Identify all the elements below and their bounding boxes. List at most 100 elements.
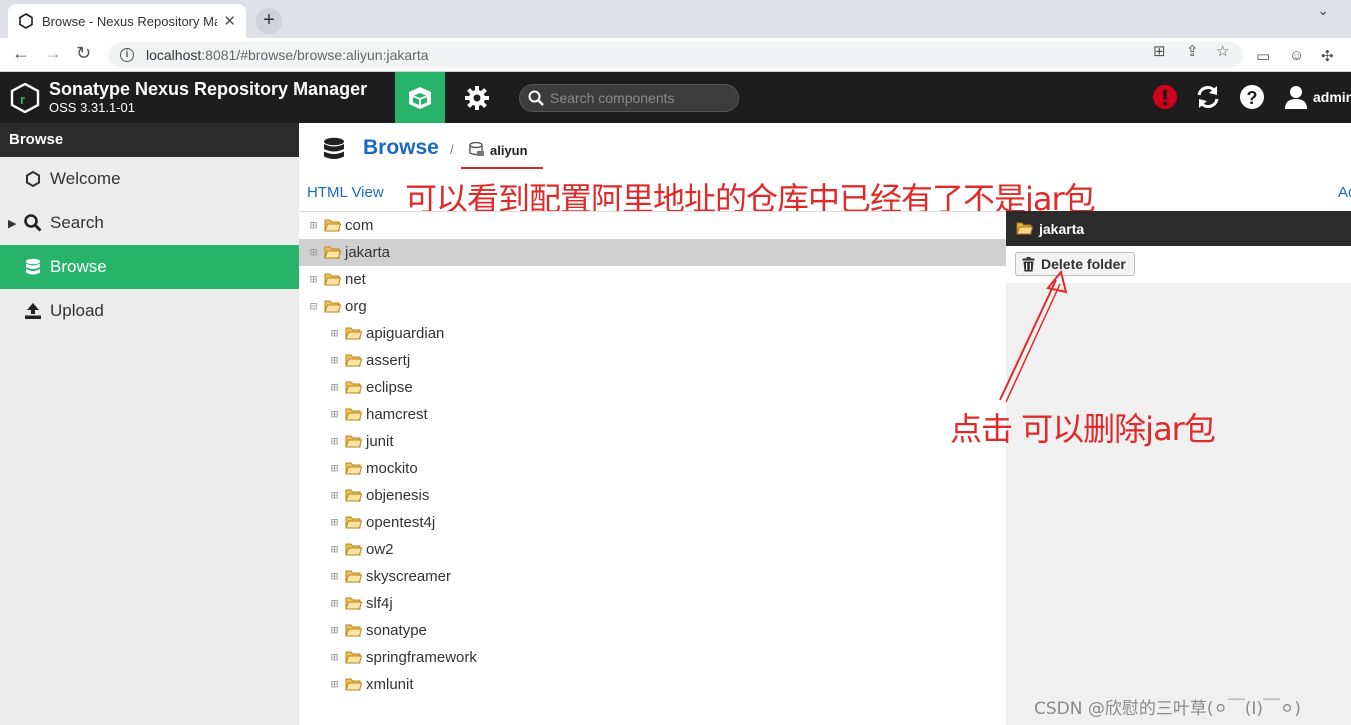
browser-toolbar: ← → ↻ i localhost:8081/#browse/browse:al… [0,38,1351,72]
help-icon[interactable]: ? [1239,84,1265,110]
site-info-icon[interactable]: i [120,48,134,62]
expand-icon[interactable]: ⊞ [329,408,340,420]
collapse-icon[interactable]: ⊟ [308,300,319,312]
html-view-link[interactable]: HTML View [307,184,384,201]
expand-icon[interactable]: ⊞ [329,516,340,528]
extension-screen-icon[interactable]: ▭ [1256,47,1270,65]
product-version: OSS 3.31.1-01 [49,100,135,115]
tree-node-junit[interactable]: ⊞ junit [299,428,1006,455]
breadcrumb: Browse / aliyun [299,123,1351,177]
search-components-input[interactable] [550,90,730,106]
expand-icon[interactable]: ⊞ [329,678,340,690]
folder-icon [345,462,363,475]
tree-node-mockito[interactable]: ⊞ mockito [299,455,1006,482]
tree-node-apiguardian[interactable]: ⊞ apiguardian [299,320,1006,347]
sidebar-item-upload[interactable]: Upload [0,289,299,333]
extensions-puzzle-icon[interactable]: ✣ [1321,47,1334,65]
search-icon [528,90,544,106]
bookmark-star-icon[interactable]: ☆ [1216,42,1229,60]
refresh-icon[interactable] [1195,84,1221,110]
tree-node-label: apiguardian [366,325,445,342]
browser-tabstrip: Browse - Nexus Repository Ma ✕ + ⌄ [0,0,1351,38]
tree-node-label: hamcrest [366,406,428,423]
folder-icon [345,570,363,583]
tree-node-com[interactable]: ⊞ com [299,212,1006,239]
translate-icon[interactable]: ⊞ [1153,42,1166,60]
tree-node-ow2[interactable]: ⊞ ow2 [299,536,1006,563]
folder-icon [345,381,363,394]
tab-title: Browse - Nexus Repository Ma [42,13,218,29]
expand-icon[interactable]: ⊞ [308,219,319,231]
expand-icon[interactable]: ⊞ [329,435,340,447]
tree-node-slf4j[interactable]: ⊞ slf4j [299,590,1006,617]
tree-node-hamcrest[interactable]: ⊞ hamcrest [299,401,1006,428]
folder-icon [345,408,363,421]
sidebar-item-search[interactable]: ▶ Search [0,201,299,245]
expand-icon[interactable]: ⊞ [329,462,340,474]
expand-icon[interactable]: ⊞ [329,543,340,555]
tree-node-xmlunit[interactable]: ⊞ xmlunit [299,671,1006,698]
tree-node-org[interactable]: ⊟ org [299,293,1006,320]
folder-icon [345,597,363,610]
folder-icon [345,678,363,691]
sidebar-item-welcome[interactable]: Welcome [0,157,299,201]
svg-text:r: r [20,92,25,107]
tree-node-sonatype[interactable]: ⊞ sonatype [299,617,1006,644]
tree-node-net[interactable]: ⊞ net [299,266,1006,293]
search-components-box[interactable] [519,84,739,112]
sidebar-title: Browse [0,123,299,157]
forward-icon[interactable]: → [44,43,62,64]
tree-node-label: springframework [366,649,477,666]
sidebar-item-browse[interactable]: Browse [0,245,299,289]
expand-icon[interactable]: ⊞ [308,273,319,285]
new-tab-button[interactable]: + [256,8,282,34]
expand-icon[interactable]: ⊞ [308,246,319,258]
tree-node-label: com [345,217,374,234]
folder-icon [345,435,363,448]
reload-icon[interactable]: ↻ [76,43,91,64]
tree-node-label: ow2 [366,541,394,558]
expand-icon[interactable]: ⊞ [329,597,340,609]
expand-icon[interactable]: ⊞ [329,489,340,501]
tree-node-assertj[interactable]: ⊞ assertj [299,347,1006,374]
tree-node-jakarta[interactable]: ⊞ jakarta [299,239,1006,266]
tab-close-icon[interactable]: ✕ [223,12,236,30]
browse-mode-button[interactable] [395,72,445,123]
expand-icon[interactable]: ⊞ [329,624,340,636]
tree-node-objenesis[interactable]: ⊞ objenesis [299,482,1006,509]
tree-node-eclipse[interactable]: ⊞ eclipse [299,374,1006,401]
svg-text:?: ? [1247,88,1258,108]
expand-icon[interactable]: ⊞ [329,651,340,663]
caret-right-icon[interactable]: ▶ [8,217,16,230]
sidebar-item-label: Welcome [50,169,121,188]
system-alert-icon[interactable] [1152,84,1178,110]
expand-icon[interactable]: ⊞ [329,570,340,582]
gear-icon [465,85,489,110]
user-icon[interactable] [1283,84,1309,110]
tree-node-springframework[interactable]: ⊞ springframework [299,644,1006,671]
expand-icon[interactable]: ⊞ [329,327,340,339]
administration-button[interactable] [452,72,502,123]
browser-tab[interactable]: Browse - Nexus Repository Ma ✕ [8,4,246,38]
expand-icon[interactable]: ⊞ [329,354,340,366]
tree-node-label: xmlunit [366,676,414,693]
share-icon[interactable]: ⇪ [1186,42,1199,60]
breadcrumb-repository[interactable]: aliyun [490,143,528,158]
tree-node-opentest4j[interactable]: ⊞ opentest4j [299,509,1006,536]
tree-node-label: objenesis [366,487,430,504]
address-bar[interactable]: i localhost:8081/#browse/browse:aliyun:j… [108,42,1243,68]
search-icon [24,214,42,232]
extension-avatar-icon[interactable]: ☺ [1289,47,1304,64]
watermark: CSDN @欣慰的三叶草(⚪￣(I)￣⚪) [1034,699,1301,719]
tab-search-chevron-icon[interactable]: ⌄ [1317,2,1329,19]
sidebar-item-label: Search [50,213,104,232]
breadcrumb-browse-link[interactable]: Browse [363,136,439,160]
tree-node-skyscreamer[interactable]: ⊞ skyscreamer [299,563,1006,590]
user-name[interactable]: admin [1313,89,1351,105]
advanced-link-partial[interactable]: Ac [1338,184,1351,201]
database-icon [324,137,344,159]
tree-node-label: slf4j [366,595,393,612]
expand-icon[interactable]: ⊞ [329,381,340,393]
tree-node-label: assertj [366,352,411,369]
back-icon[interactable]: ← [12,43,30,64]
